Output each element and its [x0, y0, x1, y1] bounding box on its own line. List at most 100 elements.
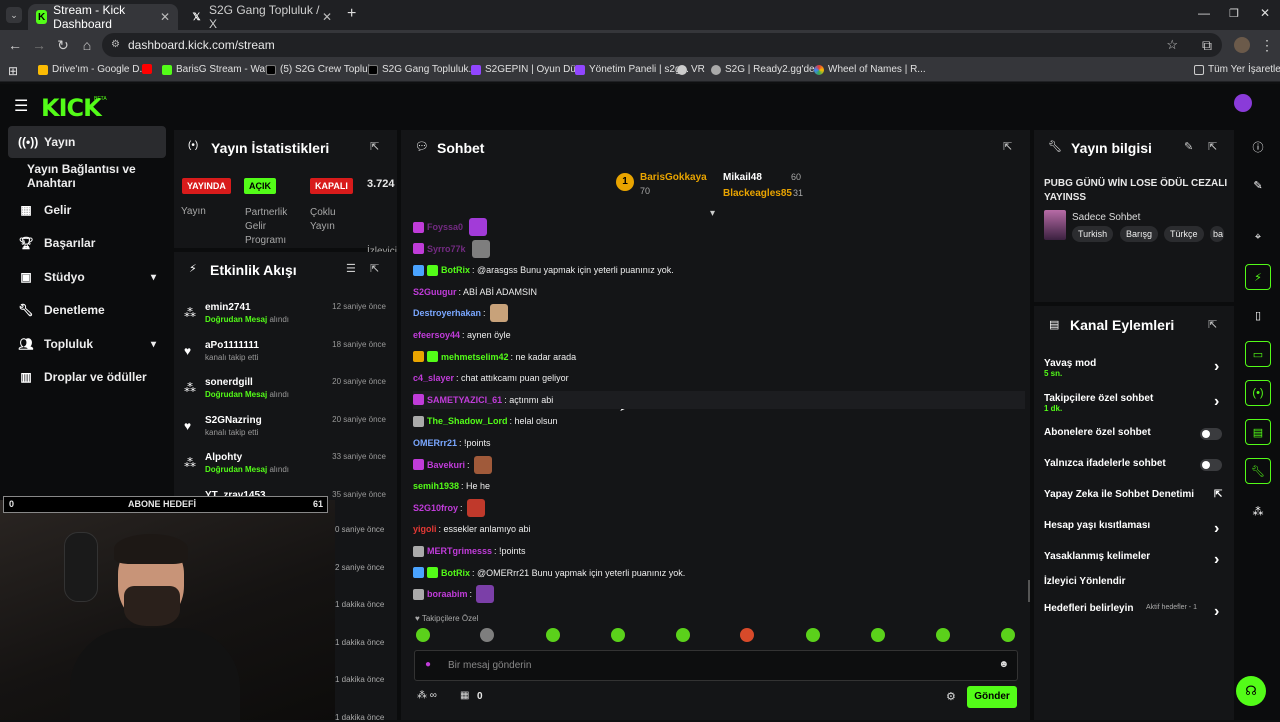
edit-icon[interactable]: ✎ — [1245, 172, 1271, 198]
home-icon[interactable]: ⌂ — [78, 36, 96, 54]
chat-scrollbar[interactable] — [1028, 580, 1030, 602]
store-icon[interactable]: ▦ — [460, 690, 469, 701]
emote-icon[interactable] — [676, 628, 690, 642]
leaderboard-name[interactable]: BarisGokkaya — [640, 172, 707, 183]
sidebar-item-stream-key[interactable]: Yayın Bağlantısı ve Anahtarı — [8, 160, 166, 192]
info-icon[interactable]: ⓘ — [1245, 134, 1271, 160]
chat-username[interactable]: S2Guugur — [413, 287, 457, 297]
expand-icon[interactable]: ⇱ — [1003, 140, 1012, 153]
minimize-icon[interactable]: — — [1198, 6, 1210, 20]
chat-message[interactable]: yigoli: essekler anlamıyo abi — [413, 520, 531, 538]
mic-icon[interactable]: ● — [425, 659, 431, 670]
bookmark-star-icon[interactable]: ☆ — [1166, 33, 1178, 57]
chat-message[interactable]: Bavekuri: — [413, 455, 492, 474]
tag-chip[interactable]: Türkçe — [1164, 226, 1204, 242]
expand-icon[interactable]: ⇱ — [370, 262, 379, 275]
tag-chip[interactable]: ba — [1210, 226, 1224, 242]
chat-username[interactable]: S2G10froy — [413, 503, 458, 513]
chat-message[interactable]: semih1938: He he — [413, 477, 490, 495]
chat-message[interactable]: c4_slayer: chat attıkcamı puan geliyor — [413, 369, 569, 387]
emote-icon[interactable] — [936, 628, 950, 642]
edit-icon[interactable]: ✎ — [1184, 140, 1193, 153]
chat-message[interactable]: SAMETYAZICI_61: açtınmı abi — [413, 390, 1025, 409]
sidebar-item-broadcast[interactable]: ((•)) Yayın — [8, 126, 166, 158]
channel-actions-icon[interactable]: ▤ — [1245, 419, 1271, 445]
sidebar-item-moderation[interactable]: 🔧︎ Denetleme — [8, 294, 166, 326]
tab-x-community[interactable]: 𝕏 S2G Gang Topluluk / X ✕ — [182, 3, 340, 31]
extensions-icon[interactable]: ⧉ — [1198, 36, 1216, 54]
chat-input[interactable]: ● Bir mesaj gönderin ☻ — [414, 650, 1018, 681]
bookmark-item[interactable]: S2G Gang Topluluk... — [368, 64, 477, 75]
chat-message[interactable]: Syrro77k — [413, 239, 490, 258]
profile-avatar[interactable] — [1234, 37, 1250, 53]
send-button[interactable]: Gönder — [967, 686, 1017, 708]
kick-logo[interactable]: KICK — [41, 94, 102, 122]
url-input[interactable]: ⚙ dashboard.kick.com/stream ☆ — [102, 33, 1222, 57]
channel-action-row[interactable]: Takipçilere özel sohbet 1 dk. › — [1044, 393, 1224, 413]
emote-icon[interactable] — [416, 628, 430, 642]
channel-action-row[interactable]: Yapay Zeka ile Sohbet Denetimi ⇱ — [1044, 489, 1224, 500]
chat-message[interactable]: OMERrr21: !points — [413, 434, 491, 452]
chat-message[interactable]: BotRix: @arasgss Bunu yapmak için yeterl… — [413, 261, 674, 279]
list-item[interactable]: ♥ S2GNazring kanalı takip etti 20 saniye ön… — [180, 413, 394, 449]
chat-username[interactable]: semih1938 — [413, 481, 459, 491]
sidebar-item-revenue[interactable]: ▦ Gelir — [8, 194, 166, 226]
wrench-icon[interactable]: 🔧︎ — [1245, 458, 1271, 484]
chat-username[interactable]: Foyssa0 — [427, 222, 463, 232]
window-close-icon[interactable]: ✕ — [1260, 6, 1270, 20]
chat-message[interactable]: boraabim: — [413, 585, 495, 604]
channel-action-row[interactable]: İzleyici Yönlendir — [1044, 576, 1224, 587]
emote-icon[interactable] — [1001, 628, 1015, 642]
points-icon[interactable]: ⁂ ∞ — [417, 690, 437, 701]
apps-icon[interactable]: ⊞ — [8, 64, 18, 78]
channel-action-row[interactable]: Yalnızca ifadelerle sohbet — [1044, 458, 1224, 471]
chat-username[interactable]: OMERrr21 — [413, 438, 457, 448]
tag-chip[interactable]: Turkish — [1072, 226, 1114, 242]
chat-message[interactable]: efeersoy44: aynen öyle — [413, 326, 511, 344]
chat-username[interactable]: mehmetselim42 — [441, 352, 509, 362]
leaderboard-name[interactable]: Mikail48 — [723, 172, 762, 183]
bookmark-item[interactable]: Wheel of Names | R... — [814, 64, 926, 75]
chat-message[interactable]: Foyssa0 — [413, 218, 488, 236]
reload-icon[interactable]: ↻ — [54, 36, 72, 54]
user-avatar[interactable] — [1234, 94, 1252, 112]
chat-username[interactable]: Bavekuri — [427, 460, 465, 470]
support-button[interactable]: ☊ — [1236, 676, 1266, 706]
chat-username[interactable]: The_Shadow_Lord — [427, 416, 508, 426]
close-icon[interactable]: ✕ — [160, 10, 170, 24]
chat-message[interactable]: S2Guugur: ABİ ABİ ADAMSIN — [413, 283, 537, 301]
chat-username[interactable]: Syrro77k — [427, 244, 466, 254]
chat-username[interactable]: BotRix — [441, 568, 470, 578]
community-icon[interactable]: ⁂ — [1245, 498, 1271, 524]
sidebar-item-community[interactable]: 👥︎ Topluluk ▾ — [8, 328, 166, 360]
document-icon[interactable]: ▯ — [1245, 302, 1271, 328]
toggle-switch[interactable] — [1200, 459, 1222, 471]
bookmark-item[interactable]: Drive'ım - Google D... — [38, 64, 148, 75]
list-item[interactable]: ⁂ emin2741 Doğrudan Mesaj alındı 12 saniye … — [180, 300, 394, 336]
chat-message[interactable]: mehmetselim42: ne kadar arada — [413, 348, 576, 366]
bookmark-item[interactable]: Yönetim Paneli | s2g... — [575, 64, 689, 75]
tab-search-button[interactable]: ⌄ — [6, 7, 22, 23]
category-name[interactable]: Sadece Sohbet — [1072, 212, 1140, 223]
bookmark-item[interactable]: S2G | Ready2.gg'de... — [711, 64, 823, 75]
sidebar-item-studio[interactable]: ▣ Stüdyo ▾ — [8, 261, 166, 293]
close-icon[interactable]: ✕ — [322, 10, 332, 24]
chat-message[interactable]: The_Shadow_Lord: helal olsun — [413, 412, 558, 430]
list-item[interactable]: ♥ aPo1111111 kanalı takip etti 18 saniye ön… — [180, 338, 394, 374]
channel-action-row[interactable]: Yasaklanmış kelimeler › — [1044, 551, 1224, 568]
bookmark-item[interactable]: BarisG Stream - Wat... — [162, 64, 276, 75]
chat-username[interactable]: boraabim — [427, 589, 468, 599]
chat-message[interactable]: S2G10froy: — [413, 498, 485, 517]
emote-icon[interactable] — [546, 628, 560, 642]
sidebar-item-drops[interactable]: ▥ Droplar ve ödüller — [8, 361, 166, 393]
channel-action-row[interactable]: Yavaş mod 5 sn. › — [1044, 358, 1224, 378]
list-item[interactable]: ⁂ sonerdgill Doğrudan Mesaj alındı 20 saniy… — [180, 375, 394, 411]
expand-icon[interactable]: ⇱ — [370, 140, 379, 153]
chat-username[interactable]: Destroyerhakan — [413, 308, 481, 318]
leaderboard-name[interactable]: Blackeagles85 — [723, 188, 792, 199]
list-item[interactable]: ⁂ Alpohty Doğrudan Mesaj alındı 33 saniye ö… — [180, 450, 394, 486]
chevron-down-icon[interactable]: ▾ — [710, 208, 715, 219]
bookmark-item[interactable]: (5) S2G Crew Toplul... — [266, 64, 378, 75]
bookmark-item[interactable]: S2GEPIN | Oyun Dü... — [471, 64, 584, 75]
channel-action-row[interactable]: Hedefleri belirleyin Aktif hedefler - 1 › — [1044, 603, 1224, 620]
